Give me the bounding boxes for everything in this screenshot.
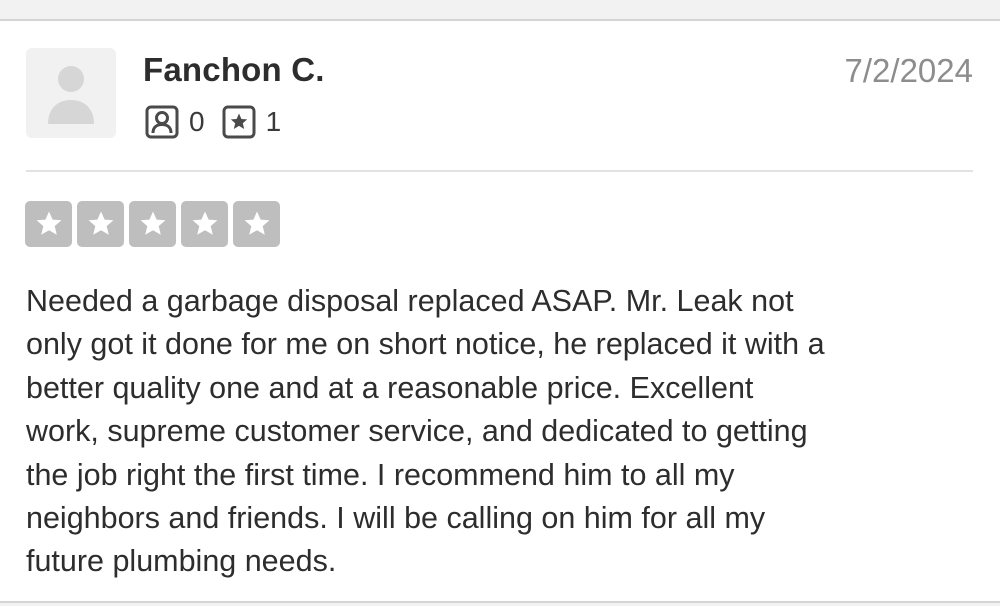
rating-star-4 [181, 201, 228, 247]
review-card: Fanchon C. 7/2/2024 0 1 Needed a garbage… [0, 19, 1000, 603]
star-icon [192, 211, 217, 235]
reviews-count: 1 [265, 106, 282, 137]
review-date: 7/2/2024 [844, 52, 973, 89]
star-icon [88, 211, 113, 235]
star-icon [36, 211, 61, 235]
rating-star-1 [25, 201, 72, 247]
reviewer-name[interactable]: Fanchon C. [143, 51, 325, 89]
star-rating [25, 201, 285, 247]
rating-star-2 [77, 201, 124, 247]
rating-star-5 [233, 201, 280, 247]
reviewer-stats: 0 1 [145, 105, 298, 139]
friends-count: 0 [189, 106, 205, 137]
star-icon [244, 211, 269, 235]
header-divider [26, 170, 973, 172]
avatar[interactable] [26, 48, 116, 138]
review-text: Needed a garbage disposal replaced ASAP.… [26, 284, 825, 579]
rating-star-3 [129, 201, 176, 247]
default-user-icon [48, 66, 94, 124]
star-icon [140, 211, 165, 235]
reviews-star-icon [222, 105, 256, 139]
friends-icon [145, 105, 179, 139]
friends-stat: 0 [145, 105, 205, 139]
reviews-stat: 1 [222, 105, 282, 139]
